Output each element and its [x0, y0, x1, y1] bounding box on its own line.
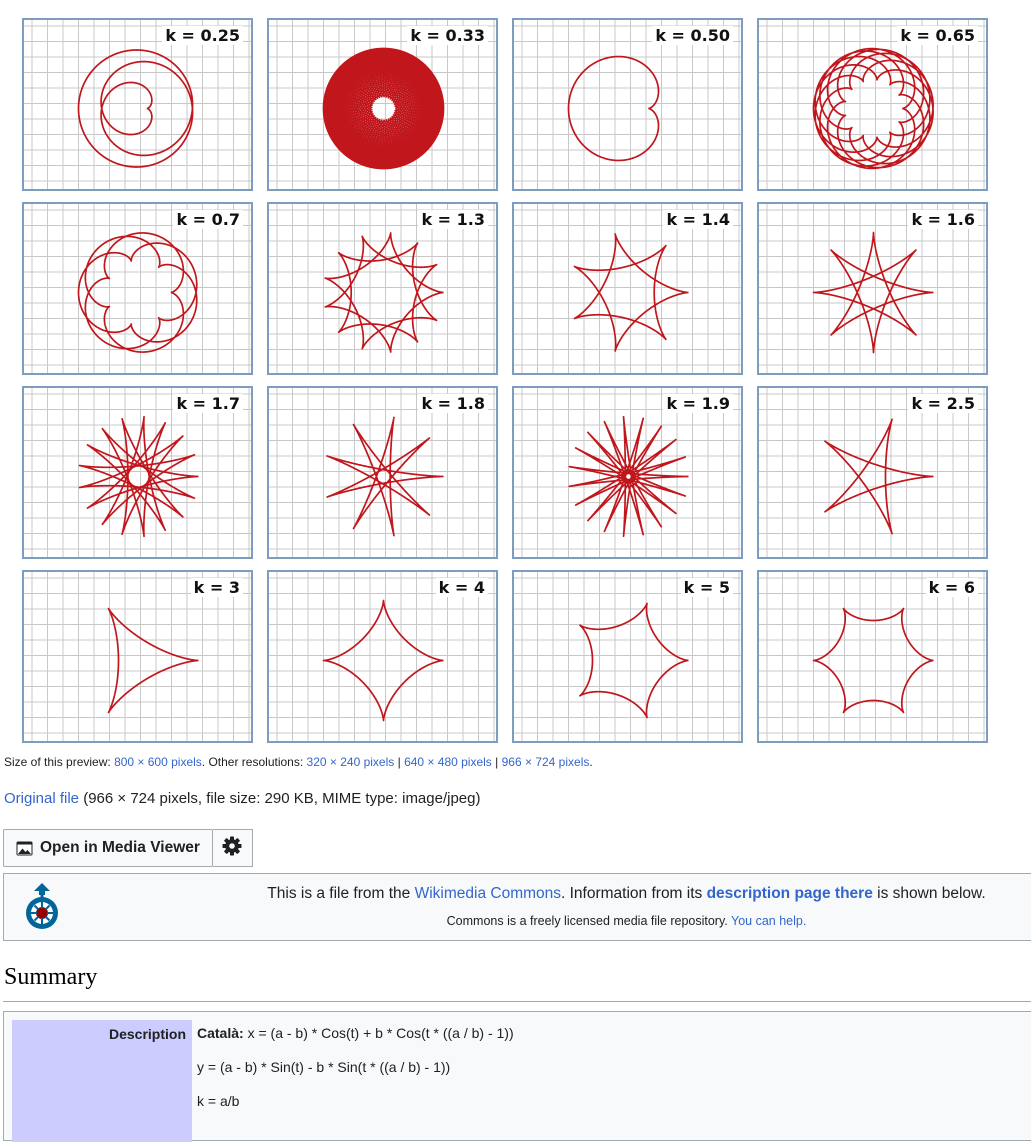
hypocycloid-plot	[269, 20, 496, 189]
k-value-label: k = 1.3	[418, 210, 488, 229]
k-value-label: k = 1.8	[418, 394, 488, 413]
k-value-label: k = 0.65	[897, 26, 978, 45]
curve-panel[interactable]: k = 1.9	[512, 386, 743, 559]
commons-text-2: . Information from its	[561, 885, 703, 902]
hypocycloid-plot	[24, 204, 251, 373]
description-table: Description Català: x = (a - b) * Cos(t)…	[3, 1011, 1031, 1142]
formula-k: k = a/b	[197, 1093, 240, 1109]
preview-sizes: Size of this preview: 800 × 600 pixels. …	[4, 755, 593, 769]
hypocycloid-curve	[579, 602, 690, 719]
k-value-label: k = 0.50	[652, 26, 733, 45]
commons-text-3: is shown below.	[877, 885, 986, 902]
curve-panel[interactable]: k = 1.6	[757, 202, 988, 375]
resolution-320-link[interactable]: 320 × 240 pixels	[307, 755, 395, 769]
curve-panel[interactable]: k = 0.50	[512, 18, 743, 191]
curve-panel[interactable]: k = 0.33	[267, 18, 498, 191]
you-can-help-link[interactable]: You can help.	[731, 914, 806, 928]
k-value-label: k = 0.7	[173, 210, 243, 229]
k-value-label: k = 4	[435, 578, 488, 597]
hypocycloid-curve	[77, 49, 194, 168]
open-media-viewer-button[interactable]: Open in Media Viewer	[3, 829, 213, 867]
curve-panel[interactable]: k = 1.3	[267, 202, 498, 375]
commons-text-1: This is a file from the	[267, 885, 411, 902]
k-value-label: k = 5	[680, 578, 733, 597]
open-media-viewer-label: Open in Media Viewer	[40, 839, 200, 856]
hypocycloid-curve	[824, 418, 935, 535]
hypocycloid-plot	[269, 572, 496, 741]
curve-panel[interactable]: k = 0.7	[22, 202, 253, 375]
commons-help-line: Commons is a freely licensed media file …	[4, 914, 1031, 928]
hypocycloid-plot	[759, 20, 986, 189]
hypocycloid-plot	[24, 572, 251, 741]
hypocycloid-plot	[759, 204, 986, 373]
k-value-label: k = 1.6	[908, 210, 978, 229]
hypocycloid-curve	[573, 233, 690, 352]
media-settings-button[interactable]	[212, 829, 253, 867]
k-value-label: k = 6	[925, 578, 978, 597]
curve-panel[interactable]: k = 4	[267, 570, 498, 743]
k-value-label: k = 0.33	[407, 26, 488, 45]
image-icon	[16, 841, 33, 856]
wikimedia-commons-link[interactable]: Wikimedia Commons	[415, 885, 561, 902]
hypocycloid-plot	[24, 20, 251, 189]
curve-panel[interactable]: k = 1.7	[22, 386, 253, 559]
hypocycloid-plot	[514, 388, 741, 557]
hypocycloid-curve	[322, 47, 445, 170]
commons-text-4: Commons is a freely licensed media file …	[446, 914, 728, 928]
preview-size-link[interactable]: 800 × 600 pixels	[114, 755, 202, 769]
curve-panel[interactable]: k = 0.25	[22, 18, 253, 191]
k-value-label: k = 1.4	[663, 210, 733, 229]
k-value-label: k = 2.5	[908, 394, 978, 413]
original-file-details: (966 × 724 pixels, file size: 290 KB, MI…	[83, 790, 481, 807]
original-file-info: Original file (966 × 724 pixels, file si…	[4, 790, 480, 807]
separator: |	[397, 755, 401, 769]
curve-panel[interactable]: k = 3	[22, 570, 253, 743]
commons-info-line: This is a file from the Wikimedia Common…	[4, 885, 1031, 903]
hypocycloid-plot	[514, 204, 741, 373]
description-label-cell: Description	[12, 1020, 192, 1142]
curve-gallery[interactable]: k = 0.25 k = 0.33 k = 0.50 k = 0.65 k = 0.7 k…	[22, 18, 988, 743]
k-value-label: k = 1.7	[173, 394, 243, 413]
media-buttons: Open in Media Viewer	[3, 829, 253, 867]
formula-y: y = (a - b) * Sin(t) - b * Sin(t * ((a /…	[197, 1059, 451, 1075]
summary-heading: Summary	[4, 964, 98, 990]
formula-x: x = (a - b) * Cos(t) + b * Cos(t * ((a /…	[247, 1025, 514, 1041]
hypocycloid-plot	[514, 20, 741, 189]
k-value-label: k = 0.25	[162, 26, 243, 45]
description-line-1: Català: x = (a - b) * Cos(t) + b * Cos(t…	[197, 1025, 514, 1041]
hypocycloid-plot	[759, 572, 986, 741]
curve-panel[interactable]: k = 0.65	[757, 18, 988, 191]
k-value-label: k = 3	[190, 578, 243, 597]
other-resolutions-text: . Other resolutions:	[201, 755, 304, 769]
hypocycloid-plot	[514, 572, 741, 741]
period: .	[589, 755, 593, 769]
description-page-link[interactable]: description page there	[707, 885, 873, 902]
curve-panel[interactable]: k = 6	[757, 570, 988, 743]
language-label: Català:	[197, 1025, 244, 1041]
resolution-966-link[interactable]: 966 × 724 pixels	[502, 755, 590, 769]
gear-icon	[222, 836, 242, 861]
hypocycloid-plot	[759, 388, 986, 557]
hypocycloid-plot	[269, 388, 496, 557]
hypocycloid-plot	[24, 388, 251, 557]
preview-prefix: Size of this preview:	[4, 755, 111, 769]
k-value-label: k = 1.9	[663, 394, 733, 413]
separator: |	[495, 755, 499, 769]
curve-panel[interactable]: k = 5	[512, 570, 743, 743]
description-label: Description	[108, 1026, 186, 1042]
hypocycloid-plot	[269, 204, 496, 373]
resolution-640-link[interactable]: 640 × 480 pixels	[404, 755, 492, 769]
commons-notice: This is a file from the Wikimedia Common…	[3, 873, 1031, 941]
summary-divider	[3, 1001, 1031, 1002]
curve-panel[interactable]: k = 1.4	[512, 202, 743, 375]
original-file-link[interactable]: Original file	[4, 790, 79, 807]
curve-panel[interactable]: k = 1.8	[267, 386, 498, 559]
curve-panel[interactable]: k = 2.5	[757, 386, 988, 559]
